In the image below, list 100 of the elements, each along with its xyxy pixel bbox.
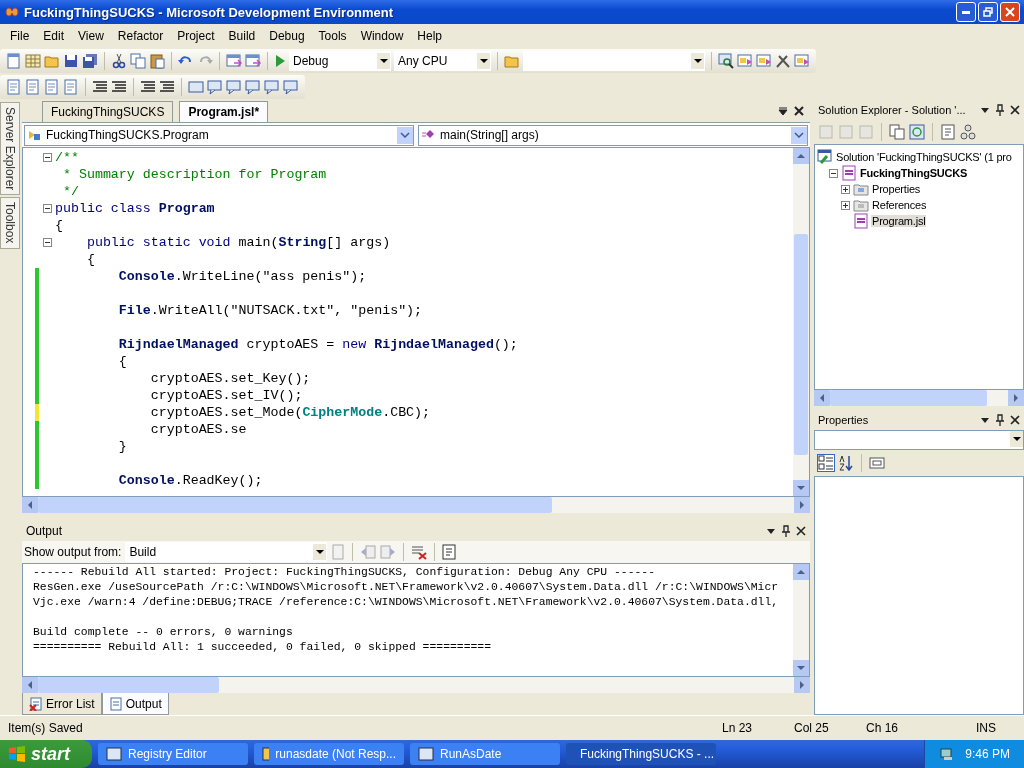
pin-icon[interactable] — [995, 414, 1005, 426]
document-tab[interactable]: Program.jsl* — [179, 101, 269, 122]
copy-icon[interactable] — [889, 124, 905, 140]
side-panel-tab[interactable]: Toolbox — [0, 197, 20, 249]
arrow-left-icon[interactable] — [360, 544, 377, 560]
close-button[interactable] — [1000, 2, 1020, 22]
side-panel-tab[interactable]: Server Explorer — [0, 102, 20, 196]
taskbar-button[interactable]: FuckingThingSUCKS - ... — [566, 743, 716, 765]
scroll-thumb[interactable] — [794, 233, 808, 455]
menu-item[interactable]: Build — [221, 27, 263, 45]
taskbar-button[interactable]: Registry Editor — [98, 743, 248, 765]
play-icon[interactable] — [274, 54, 286, 68]
menu-item[interactable]: Tools — [311, 27, 354, 45]
horizontal-scrollbar[interactable] — [22, 497, 810, 513]
start-button[interactable]: start — [0, 740, 92, 768]
vertical-scrollbar[interactable] — [793, 564, 809, 676]
speech-bubble-icon[interactable] — [264, 79, 280, 95]
document-tab[interactable]: FuckingThingSUCKS — [42, 101, 174, 122]
document-icon[interactable] — [44, 79, 60, 95]
dropdown-arrow-icon[interactable] — [980, 105, 990, 115]
tree-item[interactable]: Solution 'FuckingThingSUCKS' (1 pro — [835, 151, 1013, 163]
lines-icon[interactable] — [159, 79, 175, 95]
scroll-down-button[interactable] — [793, 660, 809, 676]
speech-bubble-icon[interactable] — [283, 79, 299, 95]
output-source-dropdown[interactable]: Build — [125, 542, 328, 562]
pin-icon[interactable] — [995, 104, 1005, 116]
expand-toggle-icon[interactable] — [841, 200, 850, 210]
collapse-toggle-icon[interactable] — [42, 153, 52, 162]
lines-icon[interactable] — [92, 79, 108, 95]
minimize-button[interactable] — [956, 2, 976, 22]
menu-item[interactable]: File — [3, 27, 37, 45]
close-icon[interactable] — [1010, 415, 1020, 425]
scroll-right-button[interactable] — [1008, 390, 1024, 406]
member-dropdown[interactable]: main(String[] args) — [418, 124, 808, 146]
taskbar-button[interactable]: RunAsDate — [410, 743, 560, 765]
vertical-scrollbar[interactable] — [793, 148, 809, 496]
panel-tab[interactable]: Output — [101, 693, 169, 715]
clipboard-icon[interactable] — [149, 53, 165, 69]
speech-bubble-icon[interactable] — [207, 79, 223, 95]
panel-tab[interactable]: Error List — [22, 693, 102, 715]
close-icon[interactable] — [796, 526, 806, 536]
arrow-right-icon[interactable] — [380, 544, 397, 560]
scroll-left-button[interactable] — [22, 677, 38, 693]
refresh-icon[interactable] — [909, 124, 925, 140]
scissors-icon[interactable] — [111, 53, 127, 69]
close-icon[interactable] — [794, 106, 804, 116]
grid-icon[interactable] — [25, 53, 41, 69]
speech-bubble-icon[interactable] — [245, 79, 261, 95]
window-icon[interactable] — [188, 79, 204, 95]
scroll-left-button[interactable] — [814, 390, 830, 406]
taskbar-button[interactable]: runasdate (Not Resp... — [254, 743, 404, 765]
lines-icon[interactable] — [111, 79, 127, 95]
document-icon[interactable] — [63, 79, 79, 95]
menu-item[interactable]: Edit — [36, 27, 72, 45]
scroll-right-button[interactable] — [794, 497, 810, 513]
document-icon[interactable] — [6, 53, 22, 69]
sort-icon[interactable] — [838, 455, 854, 471]
menu-item[interactable]: Window — [353, 27, 411, 45]
tools-icon[interactable] — [775, 53, 791, 69]
dropdown-arrow-icon[interactable] — [766, 526, 776, 536]
type-dropdown[interactable]: FuckingThingSUCKS.Program — [24, 124, 414, 146]
scroll-right-button[interactable] — [794, 677, 810, 693]
pin-icon[interactable] — [781, 525, 791, 537]
tree-item[interactable]: FuckingThingSUCKS — [859, 167, 969, 179]
scroll-down-button[interactable] — [793, 480, 809, 496]
close-icon[interactable] — [1010, 105, 1020, 115]
menu-item[interactable]: Help — [410, 27, 449, 45]
tree-item[interactable]: Program.jsl — [871, 215, 927, 227]
document-icon[interactable] — [25, 79, 41, 95]
horizontal-scrollbar[interactable] — [22, 677, 810, 693]
scroll-left-button[interactable] — [22, 497, 38, 513]
configuration-dropdown[interactable]: Debug — [289, 51, 391, 71]
restore-button[interactable] — [978, 2, 998, 22]
lines-icon[interactable] — [140, 79, 156, 95]
clear-icon[interactable] — [411, 544, 428, 560]
magnifier-icon[interactable] — [718, 53, 734, 69]
dropdown-arrow-icon[interactable] — [980, 415, 990, 425]
tree-item[interactable]: References — [871, 199, 928, 211]
menu-item[interactable]: Refactor — [110, 27, 171, 45]
floppy-disks-icon[interactable] — [82, 53, 98, 69]
speech-bubble-icon[interactable] — [226, 79, 242, 95]
menu-item[interactable]: View — [71, 27, 111, 45]
scroll-thumb[interactable] — [38, 677, 220, 693]
scroll-up-button[interactable] — [793, 148, 809, 164]
collapse-toggle-icon[interactable] — [42, 238, 52, 247]
copy-icon[interactable] — [130, 53, 146, 69]
dropdown-arrow-icon[interactable] — [778, 106, 788, 116]
property-pages-icon[interactable] — [869, 455, 885, 471]
tree-item[interactable]: Properties — [871, 183, 922, 195]
scroll-thumb[interactable] — [38, 497, 553, 513]
menu-item[interactable]: Project — [170, 27, 222, 45]
expand-toggle-icon[interactable] — [829, 168, 838, 178]
scroll-thumb[interactable] — [830, 390, 987, 406]
horizontal-scrollbar[interactable] — [814, 390, 1024, 406]
word-wrap-icon[interactable] — [442, 544, 457, 560]
categorized-icon[interactable] — [818, 455, 834, 471]
collapse-toggle-icon[interactable] — [42, 204, 52, 213]
document-icon[interactable] — [6, 79, 22, 95]
platform-dropdown[interactable]: Any CPU — [394, 51, 491, 71]
folder-icon[interactable] — [504, 53, 520, 69]
